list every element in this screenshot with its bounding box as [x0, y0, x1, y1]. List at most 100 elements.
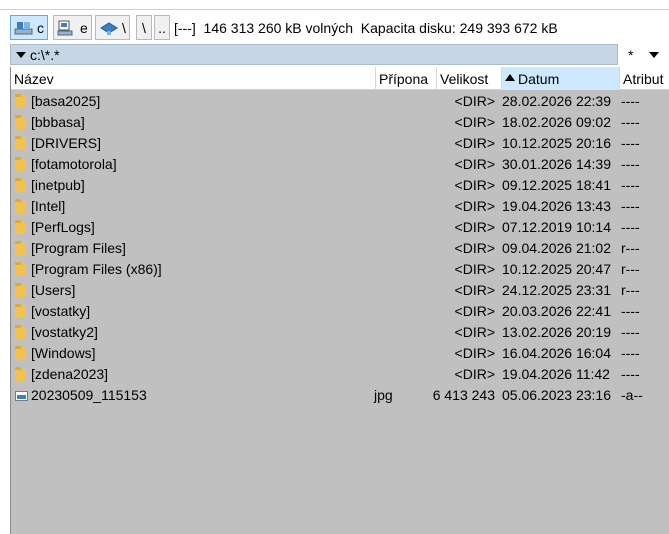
- file-date: 10.12.2025 20:47: [502, 261, 611, 277]
- column-header-date[interactable]: Datum: [502, 67, 620, 90]
- folder-icon: [15, 241, 26, 255]
- free-space: 146 313 260 kB volných: [203, 20, 353, 36]
- file-size: <DIR>: [454, 93, 495, 109]
- folder-icon: [15, 325, 26, 339]
- file-name: [vostatky]: [31, 303, 91, 319]
- file-date: 10.12.2025 20:16: [502, 135, 611, 151]
- column-header-attr[interactable]: Atribut: [620, 67, 669, 90]
- file-size: <DIR>: [454, 177, 495, 193]
- drive-button-e[interactable]: e: [53, 15, 92, 40]
- chevron-down-icon[interactable]: [649, 51, 660, 58]
- file-date: 09.12.2025 18:41: [502, 177, 611, 193]
- file-date: 16.04.2026 16:04: [502, 345, 611, 361]
- table-row[interactable]: 20230509_115153 jpg 6 413 243 05.06.2023 23…: [11, 385, 669, 406]
- file-size: <DIR>: [454, 282, 495, 298]
- table-row[interactable]: [PerfLogs] <DIR> 07.12.2019 10:14 ----: [11, 217, 669, 238]
- file-size: <DIR>: [454, 198, 495, 214]
- drive-letter: e: [80, 19, 88, 36]
- drive-letter: \: [122, 19, 126, 36]
- drive-label: [---]: [174, 20, 196, 36]
- folder-icon: [15, 157, 26, 171]
- table-row[interactable]: [inetpub] <DIR> 09.12.2025 18:41 ----: [11, 175, 669, 196]
- column-header-size[interactable]: Velikost: [437, 67, 502, 90]
- column-header-name[interactable]: Název: [11, 67, 376, 90]
- file-name: [DRIVERS]: [31, 135, 102, 151]
- drive-button-c[interactable]: c: [10, 15, 48, 40]
- file-date: 24.12.2025 23:31: [502, 282, 611, 298]
- file-date: 05.06.2023 23:16: [502, 387, 611, 403]
- file-date: 07.12.2019 10:14: [502, 219, 611, 235]
- file-attributes: ----: [621, 156, 640, 172]
- file-size: <DIR>: [454, 303, 495, 319]
- file-name: [Intel]: [31, 198, 66, 214]
- filter-value: *: [628, 46, 634, 63]
- file-size: <DIR>: [454, 324, 495, 340]
- column-header-ext[interactable]: Přípona: [376, 67, 437, 90]
- folder-icon: [15, 304, 26, 318]
- folder-icon: [15, 136, 26, 150]
- root-label: \: [142, 19, 146, 36]
- disk-capacity: Kapacita disku: 249 393 672 kB: [360, 20, 558, 36]
- file-attributes: ----: [621, 366, 640, 382]
- file-size: 6 413 243: [432, 387, 495, 403]
- file-attributes: ----: [621, 219, 640, 235]
- drive-bar: c e \ \ .. [---] 146 313 260 kB volných …: [0, 9, 669, 45]
- file-size: <DIR>: [454, 114, 495, 130]
- drive-button-network[interactable]: \: [95, 15, 130, 40]
- file-name: [bbbasa]: [31, 114, 85, 130]
- parent-dir-button[interactable]: ..: [154, 15, 170, 40]
- table-row[interactable]: [Program Files (x86)] <DIR> 10.12.2025 20:…: [11, 259, 669, 280]
- parent-label: ..: [158, 19, 166, 36]
- root-button[interactable]: \: [136, 15, 152, 40]
- file-attributes: ----: [621, 135, 640, 151]
- file-size: <DIR>: [454, 366, 495, 382]
- file-attributes: ----: [621, 345, 640, 361]
- file-date: 19.04.2026 13:43: [502, 198, 611, 214]
- path-bar[interactable]: c:\*.*: [10, 44, 618, 65]
- table-row[interactable]: [zdena2023] <DIR> 19.04.2026 11:42 ----: [11, 364, 669, 385]
- file-size: <DIR>: [454, 261, 495, 277]
- file-size: <DIR>: [454, 135, 495, 151]
- file-attributes: ----: [621, 303, 640, 319]
- table-row[interactable]: [Program Files] <DIR> 09.04.2026 21:02 r---: [11, 238, 669, 259]
- file-date: 30.01.2026 14:39: [502, 156, 611, 172]
- network-places-icon: [100, 21, 118, 35]
- file-extension: jpg: [374, 387, 393, 403]
- folder-icon: [15, 367, 26, 381]
- table-row[interactable]: [bbbasa] <DIR> 18.02.2026 09:02 ----: [11, 112, 669, 133]
- file-attributes: r---: [621, 261, 640, 277]
- table-row[interactable]: [vostatky] <DIR> 20.03.2026 22:41 ----: [11, 301, 669, 322]
- file-name: [Users]: [31, 282, 76, 298]
- file-attributes: r---: [621, 282, 640, 298]
- filter-selector[interactable]: *: [620, 44, 669, 65]
- file-name: [vostatky2]: [31, 324, 98, 340]
- file-date: 19.04.2026 11:42: [502, 366, 610, 382]
- folder-icon: [15, 94, 26, 108]
- file-attributes: r---: [621, 240, 640, 256]
- file-attributes: -a--: [621, 387, 643, 403]
- file-attributes: ----: [621, 324, 640, 340]
- file-name: [PerfLogs]: [31, 219, 95, 235]
- history-dropdown-icon[interactable]: [16, 51, 26, 58]
- table-row[interactable]: [Windows] <DIR> 16.04.2026 16:04 ----: [11, 343, 669, 364]
- sort-ascending-icon: [505, 74, 515, 81]
- file-name: [Windows]: [31, 345, 96, 361]
- file-size: <DIR>: [454, 240, 495, 256]
- file-name: [Program Files]: [31, 240, 126, 256]
- file-list-panel[interactable]: Název Přípona Velikost Datum Atribut [ba…: [10, 67, 669, 534]
- file-attributes: ----: [621, 93, 640, 109]
- folder-icon: [15, 115, 26, 129]
- table-row[interactable]: [Intel] <DIR> 19.04.2026 13:43 ----: [11, 196, 669, 217]
- file-date: 28.02.2026 22:39: [502, 93, 611, 109]
- table-row[interactable]: [fotamotorola] <DIR> 30.01.2026 14:39 ----: [11, 154, 669, 175]
- drive-letter: c: [37, 19, 44, 36]
- column-header: Název Přípona Velikost Datum Atribut: [11, 67, 669, 90]
- table-row[interactable]: [Users] <DIR> 24.12.2025 23:31 r---: [11, 280, 669, 301]
- hard-drive-icon: [14, 21, 33, 34]
- file-date: 09.04.2026 21:02: [502, 240, 611, 256]
- file-name: [Program Files (x86)]: [31, 261, 162, 277]
- table-row[interactable]: [DRIVERS] <DIR> 10.12.2025 20:16 ----: [11, 133, 669, 154]
- table-row[interactable]: [vostatky2] <DIR> 13.02.2026 20:19 ----: [11, 322, 669, 343]
- file-size: <DIR>: [454, 219, 495, 235]
- table-row[interactable]: [basa2025] <DIR> 28.02.2026 22:39 ----: [11, 91, 669, 112]
